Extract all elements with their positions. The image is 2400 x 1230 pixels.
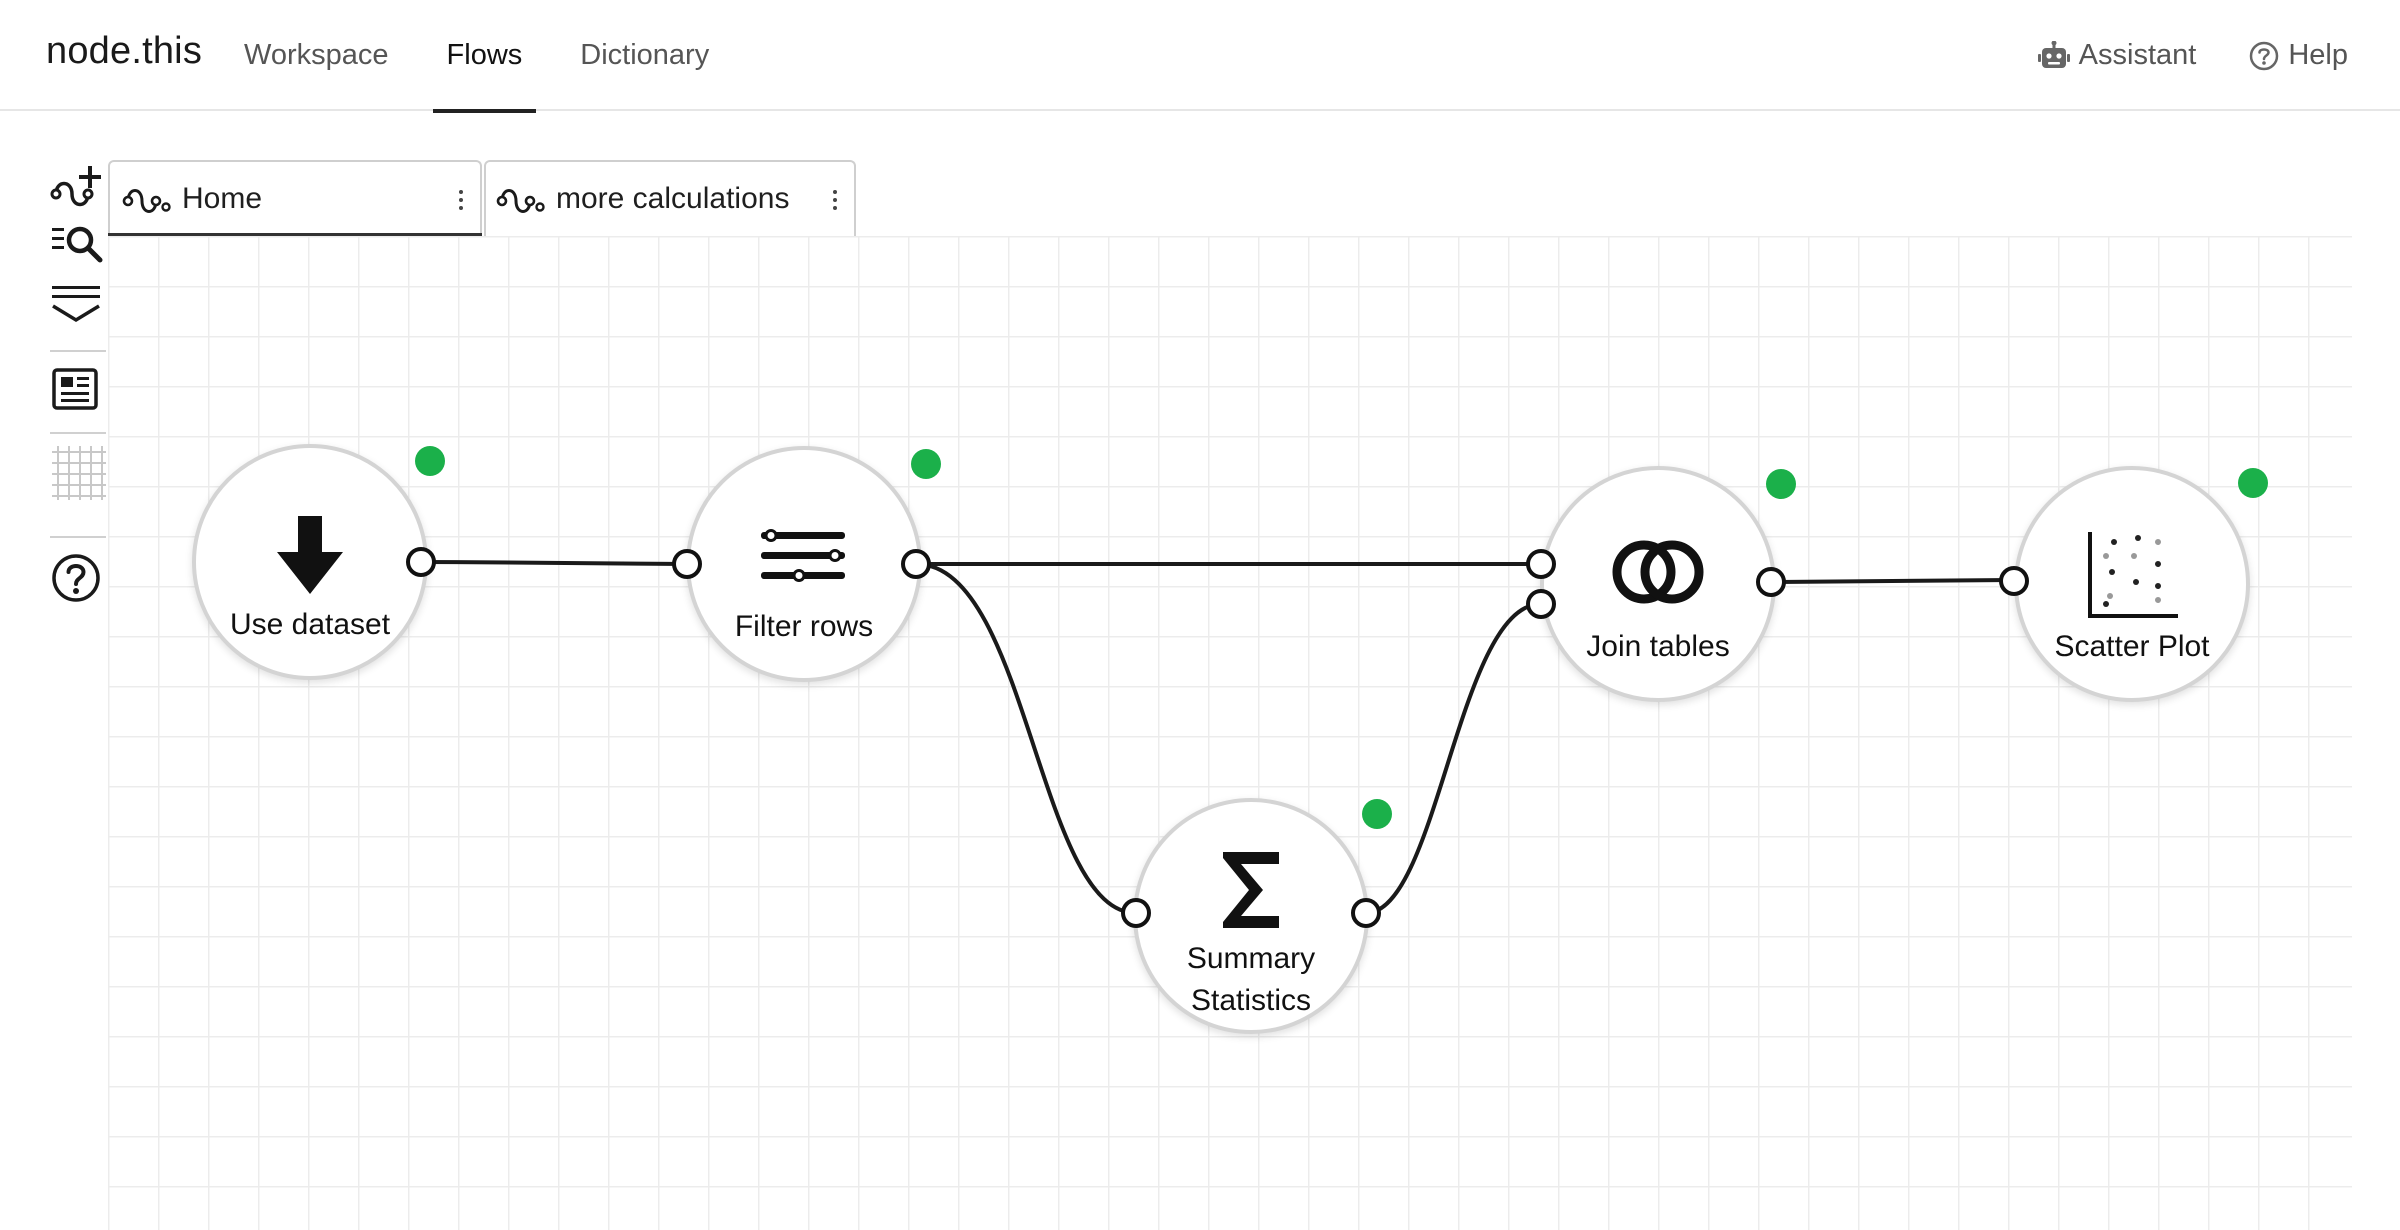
top-right-actions: Assistant Help [1985,0,2348,111]
scatter-plot-icon [2088,532,2178,618]
input-port[interactable] [1526,549,1556,579]
edge-use-dataset-filter-rows [420,560,688,566]
tab-home[interactable]: Home [108,160,482,237]
robot-icon [2037,40,2070,68]
report-icon[interactable] [50,360,106,416]
status-indicator [911,449,941,479]
toolbar-divider [50,350,106,352]
node-use-dataset[interactable]: Use dataset [192,444,428,680]
main-nav: Workspace Flows Dictionary [230,0,753,113]
help-circle-icon[interactable] [50,550,106,606]
output-port[interactable] [1351,898,1381,928]
top-bar: node.this Workspace Flows Dictionary Ass… [0,0,2400,113]
edge-join-tables-scatter-plot [1770,578,2013,584]
edges-layer [420,560,2013,915]
sigma-icon [1223,852,1279,928]
toolbar-divider [50,536,106,538]
node-join-tables[interactable]: Join tables [1540,466,1776,702]
status-indicator [2238,468,2268,498]
nav-dictionary[interactable]: Dictionary [566,0,723,111]
nav-flows[interactable]: Flows [432,0,537,113]
input-port[interactable] [1121,898,1151,928]
assistant-label: Assistant [2078,39,2197,71]
output-port[interactable] [901,549,931,579]
filter-sliders-icon [761,529,845,582]
node-label-line-1: Summary [1186,942,1316,975]
edge-filter-rows-summary-statistics [915,562,1137,915]
node-label: Join tables [1586,630,1730,663]
brand-logo[interactable]: node.this [46,30,202,73]
help-circle-icon [2250,41,2279,70]
kebab-menu-icon[interactable] [456,184,466,216]
collapse-icon[interactable] [50,278,106,334]
node-label: Use dataset [229,608,391,641]
output-port[interactable] [406,547,436,577]
nav-workspace[interactable]: Workspace [230,0,403,111]
input-port[interactable] [1999,566,2029,596]
toolbar-divider [50,432,106,434]
grid-icon[interactable] [50,444,106,500]
node-filter-rows[interactable]: Filter rows [686,446,922,682]
tab-more-calculations[interactable]: more calculations [484,160,856,236]
status-indicator [415,446,445,476]
flow-icon [496,189,545,213]
help-button[interactable]: Help [2248,39,2348,72]
flow-icon [122,189,171,213]
add-flow-icon[interactable] [50,160,106,216]
node-summary-statistics[interactable]: Summary Statistics [1133,798,1369,1034]
node-label: Scatter Plot [2054,630,2210,663]
download-arrow-icon [277,516,343,594]
status-indicator [1766,469,1796,499]
node-scatter-plot[interactable]: Scatter Plot [2014,466,2250,702]
search-nodes-icon[interactable] [50,218,106,274]
assistant-button[interactable]: Assistant [2037,39,2197,72]
node-label-line-2: Statistics [1190,984,1312,1017]
kebab-menu-icon[interactable] [830,184,840,216]
input-port[interactable] [672,549,702,579]
flow-canvas[interactable]: Use dataset Filter rows Join tables Scat… [108,236,2352,1230]
tab-label: Home [182,182,263,215]
output-port[interactable] [1756,567,1786,597]
join-rings-icon [1612,540,1704,604]
status-indicator [1362,799,1392,829]
help-label: Help [2288,39,2348,71]
tab-label: more calculations [556,182,790,215]
node-label: Filter rows [734,610,874,643]
input-port[interactable] [1526,589,1556,619]
edge-summary-statistics-join-tables [1365,602,1542,915]
